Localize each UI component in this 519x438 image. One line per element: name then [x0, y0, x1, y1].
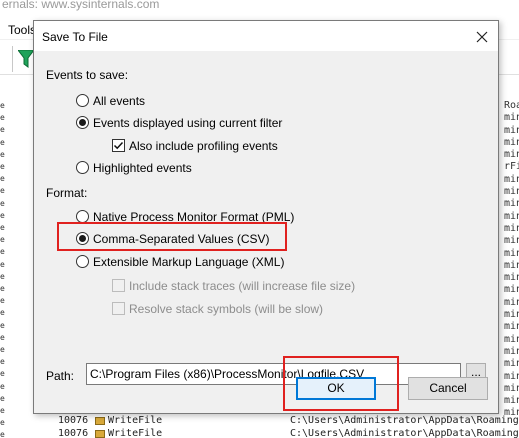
pml-format-radio[interactable]	[76, 210, 89, 223]
profiling-events-label[interactable]: Also include profiling events	[129, 139, 278, 153]
save-to-file-dialog: Save To File Events to save: All events …	[33, 20, 499, 414]
profiling-events-checkbox[interactable]	[112, 139, 125, 152]
write-file-icon	[95, 417, 105, 425]
app-title-fragment: ernals: www.sysinternals.com	[2, 0, 160, 11]
stack-traces-label: Include stack traces (will increase file…	[129, 279, 356, 293]
resolve-symbols-label: Resolve stack symbols (will be slow)	[129, 302, 324, 316]
table-row[interactable]: 10076 WriteFile C:\Users\Administrator\A…	[0, 415, 519, 427]
dialog-titlebar: Save To File	[34, 21, 498, 51]
operation-cell: WriteFile	[108, 415, 163, 426]
menu-tools[interactable]: Tools	[8, 23, 36, 37]
cancel-button[interactable]: Cancel	[408, 377, 488, 400]
operation-cell: WriteFile	[108, 428, 163, 438]
filtered-events-label[interactable]: Events displayed using current filter	[93, 116, 282, 130]
path-input[interactable]: C:\Program Files (x86)\ProcessMonitor\Lo…	[86, 363, 461, 385]
resolve-symbols-checkbox[interactable]	[112, 302, 125, 315]
filtered-events-radio[interactable]	[76, 116, 89, 129]
ok-button[interactable]: OK	[296, 377, 376, 400]
stack-traces-checkbox[interactable]	[112, 279, 125, 292]
path-cell: C:\Users\Administrator\AppData\Roaming	[290, 415, 519, 426]
pml-format-label[interactable]: Native Process Monitor Format (PML)	[93, 210, 294, 224]
close-icon[interactable]	[472, 27, 492, 47]
dialog-title: Save To File	[42, 30, 108, 44]
all-events-radio[interactable]	[76, 94, 89, 107]
event-list-left-edge: e e e e e e e e e e e e e e e e e e e e …	[0, 101, 5, 438]
all-events-label[interactable]: All events	[93, 94, 145, 108]
filter-icon[interactable]	[17, 49, 35, 71]
csv-format-radio[interactable]	[76, 232, 89, 245]
xml-format-radio[interactable]	[76, 255, 89, 268]
pid-cell: 10076	[58, 428, 89, 438]
table-row[interactable]: 10076 WriteFile C:\Users\Administrator\A…	[0, 428, 519, 438]
format-label: Format:	[46, 186, 88, 200]
highlighted-events-radio[interactable]	[76, 161, 89, 174]
checkmark-icon	[113, 141, 124, 150]
xml-format-label[interactable]: Extensible Markup Language (XML)	[93, 255, 284, 269]
csv-format-label[interactable]: Comma-Separated Values (CSV)	[93, 232, 270, 246]
event-list-right-edge: Roaming ming ming ming ming rFil ming mi…	[504, 100, 519, 419]
highlighted-events-label[interactable]: Highlighted events	[93, 161, 192, 175]
path-cell: C:\Users\Administrator\AppData\Roaming	[290, 428, 519, 438]
toolbar-separator	[12, 46, 13, 72]
events-to-save-label: Events to save:	[46, 68, 129, 82]
write-file-icon	[95, 430, 105, 438]
pid-cell: 10076	[58, 415, 89, 426]
path-label: Path:	[46, 369, 75, 383]
